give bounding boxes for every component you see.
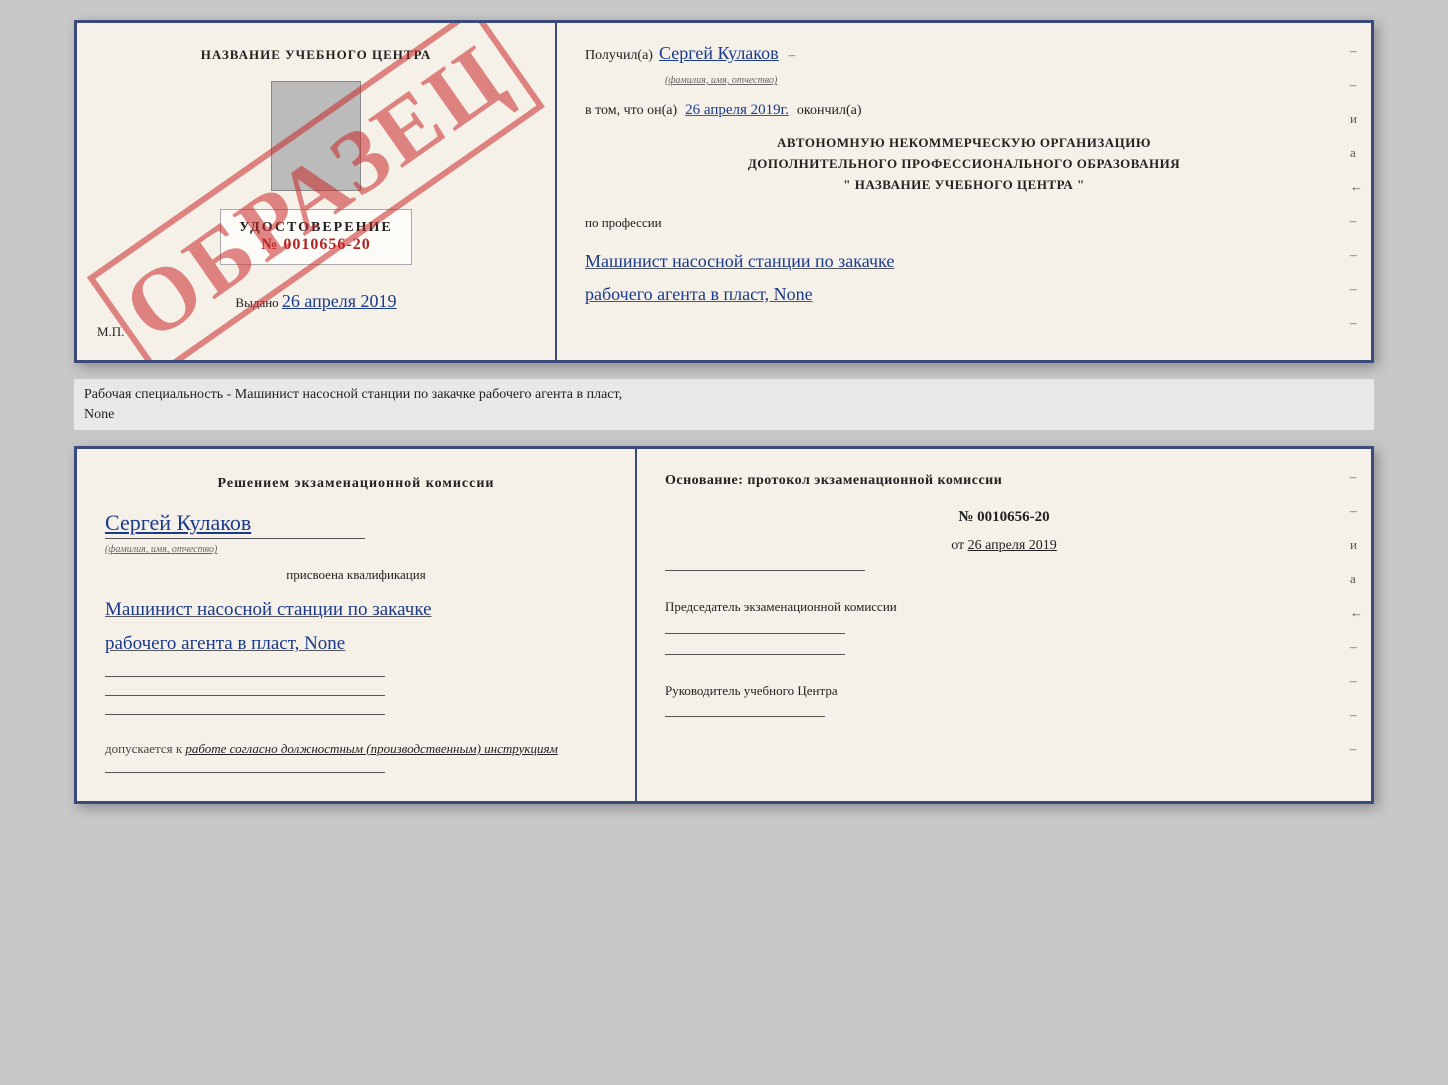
osnov-title: Основание: протокол экзаменационной коми… [665, 473, 1343, 489]
vydano-row: Выдано 26 апреля 2019 [235, 291, 396, 312]
vtom-label: в том, что он(а) [585, 103, 677, 119]
ot-label: от [951, 538, 964, 553]
mp-label: М.П. [97, 324, 124, 340]
line-right-1 [665, 570, 865, 571]
org-name: " НАЗВАНИЕ УЧЕБНОГО ЦЕНТРА " [585, 175, 1343, 196]
kvalif-line2: рабочего агента в пласт, None [105, 627, 607, 661]
org-block: АВТОНОМНУЮ НЕКОММЕРЧЕСКУЮ ОРГАНИЗАЦИЮ ДО… [585, 133, 1343, 195]
fio-hint-top: (фамилия, имя, отчество) [665, 75, 777, 86]
protokol-date: от 26 апреля 2019 [665, 538, 1343, 554]
rdash-1: – [1350, 469, 1363, 485]
side-marks: – – и а ← – – – – [1350, 43, 1363, 331]
profession-label: по профессии [585, 215, 1343, 231]
predsed-sign-line [665, 633, 845, 634]
а-mark: а [1350, 145, 1363, 161]
prisvoena-label: присвоена квалификация [105, 567, 607, 583]
vydano-label: Выдано [235, 295, 278, 310]
rdash-2: – [1350, 503, 1363, 519]
poluchil-label: Получил(а) [585, 48, 653, 64]
profession-line2: рабочего агента в пласт, None [585, 278, 1343, 310]
rdash-4: – [1350, 673, 1363, 689]
udostoverenie-num: № 0010656-20 [239, 236, 392, 254]
dopusk-value: работе согласно должностным (производств… [185, 741, 557, 756]
line4-bottom [105, 772, 385, 773]
line3-bottom [105, 714, 385, 715]
line2-bottom [105, 695, 385, 696]
top-doc-left: НАЗВАНИЕ УЧЕБНОГО ЦЕНТРА ОБРАЗЕЦ УДОСТОВ… [77, 23, 557, 360]
dash-7: – [1350, 315, 1363, 331]
bottom-doc-right: Основание: протокол экзаменационной коми… [637, 449, 1371, 801]
predsed-sign-line2 [665, 654, 845, 655]
org-line1: АВТОНОМНУЮ НЕКОММЕРЧЕСКУЮ ОРГАНИЗАЦИЮ [585, 133, 1343, 154]
date-row: в том, что он(а) 26 апреля 2019г. окончи… [585, 102, 1343, 119]
rdash-3: – [1350, 639, 1363, 655]
komissia-fio: Сергей Кулаков [105, 510, 251, 535]
kvalif-line1: Машинист насосной станции по закачке [105, 593, 607, 627]
predsed-label: Председатель экзаменационной комиссии [665, 597, 1343, 617]
sep-text-line2: None [84, 407, 114, 422]
udostoverenie-block: УДОСТОВЕРЕНИЕ № 0010656-20 [220, 209, 411, 265]
ruk-label: Руководитель учебного Центра [665, 681, 1343, 701]
dash-3: ← [1350, 179, 1363, 195]
top-doc-right: Получил(а) Сергей Кулаков – (фамилия, им… [557, 23, 1371, 330]
right-side-marks: – – и а ← – – – – [1350, 469, 1363, 757]
komissia-fio-block: Сергей Кулаков (фамилия, имя, отчество) [105, 510, 607, 557]
bottom-doc-left: Решением экзаменационной комиссии Сергей… [77, 449, 637, 801]
dash-1: – [1350, 43, 1363, 59]
protokol-num: № 0010656-20 [665, 509, 1343, 526]
top-doc-right-wrapper: Получил(а) Сергей Кулаков – (фамилия, им… [557, 23, 1371, 360]
protokol-date-val: 26 апреля 2019 [968, 538, 1057, 553]
ri-mark: и [1350, 537, 1363, 553]
и-mark: и [1350, 111, 1363, 127]
photo-placeholder [271, 81, 361, 191]
dopusk-label: допускается к [105, 741, 182, 756]
kvalif-value: Машинист насосной станции по закачке раб… [105, 593, 607, 661]
separator-text: Рабочая специальность - Машинист насосно… [74, 379, 1374, 430]
vtom-date: 26 апреля 2019г. [685, 102, 789, 119]
rarrow: ← [1350, 605, 1363, 621]
rdash-6: – [1350, 741, 1363, 757]
bottom-document: Решением экзаменационной комиссии Сергей… [74, 446, 1374, 804]
line1-bottom [105, 676, 385, 677]
dash-6: – [1350, 281, 1363, 297]
ruk-sign-line [665, 716, 825, 717]
poluchil-fio: Сергей Кулаков [659, 43, 779, 64]
received-row: Получил(а) Сергей Кулаков – [585, 43, 1343, 64]
vydano-date: 26 апреля 2019 [282, 291, 397, 311]
komissia-fio-hint: (фамилия, имя, отчество) [105, 544, 217, 555]
sep-text-line1: Рабочая специальность - Машинист насосно… [84, 387, 622, 402]
dash-5: – [1350, 247, 1363, 263]
profession-lines: Машинист насосной станции по закачке раб… [585, 245, 1343, 310]
dash-4: – [1350, 213, 1363, 229]
okonchil-label: окончил(а) [797, 103, 862, 119]
profession-line1: Машинист насосной станции по закачке [585, 245, 1343, 277]
rdash-5: – [1350, 707, 1363, 723]
ra-mark: а [1350, 571, 1363, 587]
org-line2: ДОПОЛНИТЕЛЬНОГО ПРОФЕССИОНАЛЬНОГО ОБРАЗО… [585, 154, 1343, 175]
udostoverenie-title: УДОСТОВЕРЕНИЕ [239, 220, 392, 236]
dopusk-row: допускается к работе согласно должностны… [105, 739, 607, 759]
school-name-top: НАЗВАНИЕ УЧЕБНОГО ЦЕНТРА [201, 47, 432, 63]
top-document: НАЗВАНИЕ УЧЕБНОГО ЦЕНТРА ОБРАЗЕЦ УДОСТОВ… [74, 20, 1374, 363]
dash-2: – [1350, 77, 1363, 93]
komissia-title: Решением экзаменационной комиссии [105, 473, 607, 494]
